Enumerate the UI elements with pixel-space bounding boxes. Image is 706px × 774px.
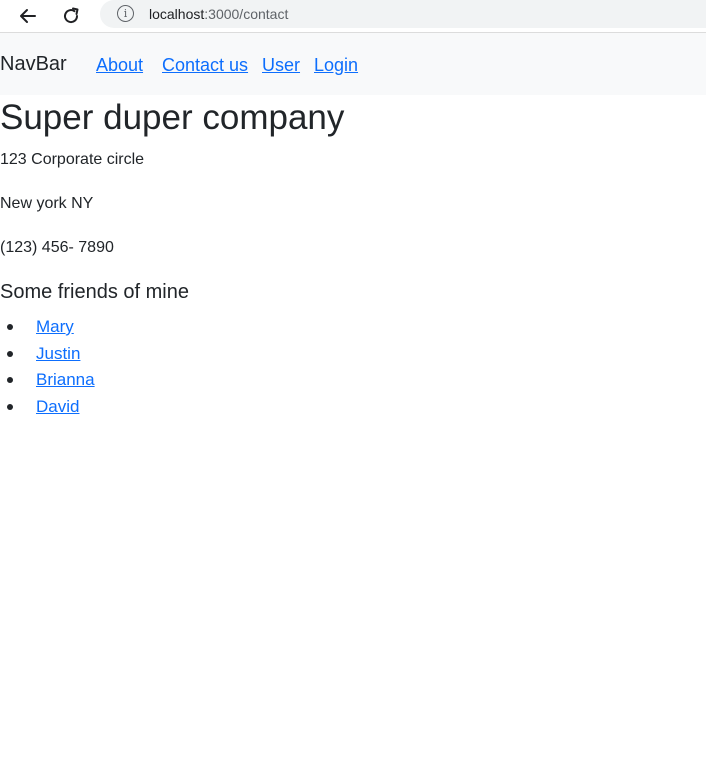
back-button[interactable]: [15, 3, 41, 29]
list-item: Justin: [0, 341, 95, 368]
list-item: Mary: [0, 314, 95, 341]
nav-link-user[interactable]: User: [262, 54, 300, 76]
friends-list: Mary Justin Brianna David: [0, 314, 95, 420]
reload-button[interactable]: [58, 3, 84, 29]
friend-link-brianna[interactable]: Brianna: [36, 370, 95, 389]
list-item: Brianna: [0, 367, 95, 394]
company-phone: (123) 456- 7890: [0, 239, 114, 256]
back-arrow-icon: [20, 9, 36, 23]
navbar-brand[interactable]: NavBar: [0, 52, 67, 76]
bullet-icon: [7, 403, 13, 410]
reload-icon: [64, 7, 79, 24]
company-name: Super duper company: [0, 98, 345, 137]
friends-heading: Some friends of mine: [0, 281, 189, 303]
friend-link-david[interactable]: David: [36, 397, 79, 416]
bullet-icon: [7, 350, 13, 357]
url-text[interactable]: localhost:3000/contact: [149, 5, 288, 23]
friend-link-justin[interactable]: Justin: [36, 344, 80, 363]
bullet-icon: [7, 377, 13, 383]
nav-link-about[interactable]: About: [96, 54, 143, 76]
company-street: 123 Corporate circle: [0, 151, 145, 168]
navbar: NavBar About Contact us User Login: [0, 33, 706, 95]
list-item: David: [0, 394, 95, 421]
url-host: localhost: [149, 6, 205, 22]
friend-link-mary[interactable]: Mary: [36, 317, 74, 336]
bullet-icon: [7, 324, 13, 330]
nav-link-contact-us[interactable]: Contact us: [162, 54, 248, 76]
url-path: :3000/contact: [204, 6, 289, 22]
info-icon[interactable]: i: [117, 5, 134, 22]
company-city: New york NY: [0, 195, 94, 212]
address-bar[interactable]: i localhost:3000/contact: [100, 0, 706, 28]
browser-toolbar: i localhost:3000/contact: [0, 0, 706, 33]
nav-link-login[interactable]: Login: [314, 54, 358, 76]
